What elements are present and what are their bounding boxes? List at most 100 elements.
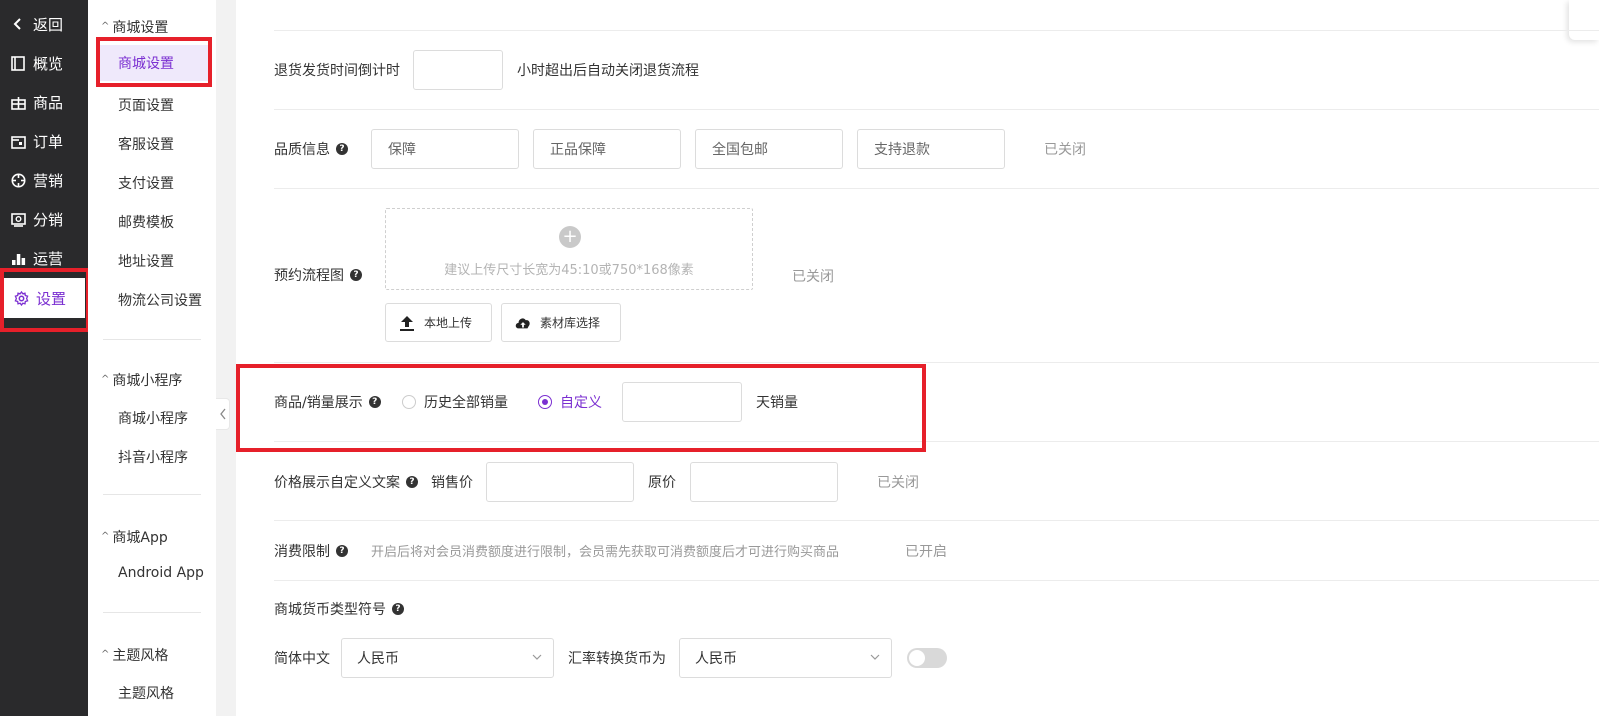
quality-label-text: 品质信息 [274,142,330,158]
help-icon[interactable]: ? [406,476,418,488]
row-divider [274,188,1599,189]
row-divider [274,109,1599,110]
quality-input-3[interactable]: 全国包邮 [695,129,843,169]
currency-label: 商城货币类型符号 ? [274,599,404,619]
radio-custom-sales[interactable]: 自定义 [538,392,602,412]
nav-item-label: 订单 [33,132,64,151]
quality-input-4[interactable]: 支持退款 [857,129,1005,169]
currency-convert-value: 人民币 [695,651,737,667]
help-icon[interactable]: ? [336,143,348,155]
currency-lang-select[interactable]: 人民币 [341,638,554,678]
sidebar-divider [103,339,201,340]
collapse-sidebar-button[interactable] [216,398,230,430]
sidebar-item-theme[interactable]: 主题风格 [118,683,174,703]
local-upload-button[interactable]: 本地上传 [385,303,492,342]
row-divider [274,362,1599,363]
sidebar-item-payment-settings[interactable]: 支付设置 [118,173,174,193]
sidebar-item-logistics-settings[interactable]: 物流公司设置 [118,290,202,310]
sidebar-item-service-settings[interactable]: 客服设置 [118,134,174,154]
booking-flow-status[interactable]: 已关闭 [792,266,834,286]
chevron-up-icon: ^ [101,530,110,542]
nav-item-overview[interactable]: 概览 [0,43,88,83]
group-title: 商城设置 [112,20,169,36]
target-icon [10,172,26,188]
nav-item-label: 运营 [33,249,64,268]
group-mini-program[interactable]: ^ 商城小程序 [101,370,182,390]
nav-item-distribution[interactable]: 分销 [0,199,88,239]
sidebar-item-android-app[interactable]: Android App [118,565,204,581]
row-divider [274,30,1599,31]
radio-all-sales-label: 历史全部销量 [424,395,508,411]
order-icon [10,133,26,149]
price-text-label-text: 价格展示自定义文案 [274,475,400,491]
price-text-status[interactable]: 已关闭 [877,472,919,492]
nav-item-label: 营销 [33,171,64,190]
nav-back[interactable]: 返回 [0,4,88,44]
currency-convert-toggle[interactable] [907,648,947,668]
help-icon[interactable]: ? [368,396,381,408]
group-theme[interactable]: ^ 主题风格 [101,645,168,665]
sidebar-item-page-settings[interactable]: 页面设置 [118,95,174,115]
sales-display-label: 商品/销量展示 ? [274,392,381,412]
nav-item-label: 商品 [33,93,64,112]
sidebar-divider [103,494,201,495]
original-price-input[interactable] [690,462,838,502]
sale-price-input[interactable] [486,462,634,502]
main-nav: 返回 概览 商品 订单 营销 分销 运营 设置 [0,0,88,716]
return-timeout-label: 退货发货时间倒计时 [274,63,400,79]
nav-item-settings[interactable]: 设置 [3,278,85,318]
return-timeout-suffix: 小时超出后自动关闭退货流程 [517,63,699,79]
sales-days-suffix: 天销量 [756,395,798,411]
image-upload-area[interactable]: + 建议上传尺寸长宽为45:10或750*168像素 [385,208,753,290]
sidebar-divider [103,612,201,613]
chevron-left-icon [219,408,226,420]
quality-label: 品质信息 ? [274,139,348,159]
nav-item-marketing[interactable]: 营销 [0,160,88,200]
currency-lang-label: 简体中文 [274,651,330,667]
nav-item-goods[interactable]: 商品 [0,82,88,122]
quality-input-2[interactable]: 正品保障 [533,129,681,169]
bar-chart-icon [10,250,26,266]
sidebar-item-postage-template[interactable]: 邮费模板 [118,212,174,232]
quality-status[interactable]: 已关闭 [1044,139,1086,159]
return-timeout-input[interactable] [413,50,503,90]
currency-label-text: 商城货币类型符号 [274,602,386,618]
plus-icon: + [559,226,581,248]
upload-icon [398,314,416,332]
consume-limit-status[interactable]: 已开启 [905,541,947,561]
floating-panel-edge [1569,0,1599,40]
sidebar-item-mini-program[interactable]: 商城小程序 [118,408,188,428]
nav-item-label: 分销 [33,210,64,229]
sidebar-item-shop-settings[interactable]: 商城设置 [98,45,208,81]
radio-all-sales[interactable]: 历史全部销量 [402,392,508,412]
group-shop-settings[interactable]: ^ 商城设置 [101,17,168,37]
sidebar-item-address-settings[interactable]: 地址设置 [118,251,174,271]
sidebar-item-label: 商城设置 [118,56,174,72]
nav-item-operations[interactable]: 运营 [0,238,88,278]
help-icon[interactable]: ? [336,545,348,557]
group-app[interactable]: ^ 商城App [101,527,168,547]
sidebar-item-douyin[interactable]: 抖音小程序 [118,447,188,467]
library-select-button[interactable]: 素材库选择 [501,303,621,342]
quality-input-1[interactable]: 保障 [371,129,519,169]
nav-item-orders[interactable]: 订单 [0,121,88,161]
row-divider [274,520,1599,521]
settings-form: 退货发货时间倒计时 小时超出后自动关闭退货流程 品质信息 ? 保障 正品保障 全… [236,0,1599,716]
original-price-label: 原价 [648,475,676,491]
upload-hint: 建议上传尺寸长宽为45:10或750*168像素 [444,263,694,278]
price-text-label: 价格展示自定义文案 ? [274,472,418,492]
nav-item-label: 概览 [33,54,64,73]
gear-icon [13,290,29,306]
settings-sidebar: ^ 商城设置 商城设置 页面设置 客服设置 支付设置 邮费模板 地址设置 物流公… [88,0,216,716]
library-select-label: 素材库选择 [540,316,601,330]
help-icon[interactable]: ? [392,603,404,615]
sales-days-input[interactable] [622,382,742,422]
nav-item-label: 设置 [36,289,67,308]
currency-convert-label: 汇率转换货币为 [568,651,666,667]
sales-display-label-text: 商品/销量展示 [274,395,363,411]
help-icon[interactable]: ? [350,269,362,281]
currency-convert-select[interactable]: 人民币 [679,638,892,678]
group-title: 主题风格 [112,648,169,664]
chevron-up-icon: ^ [101,373,110,385]
row-divider [274,580,1599,581]
